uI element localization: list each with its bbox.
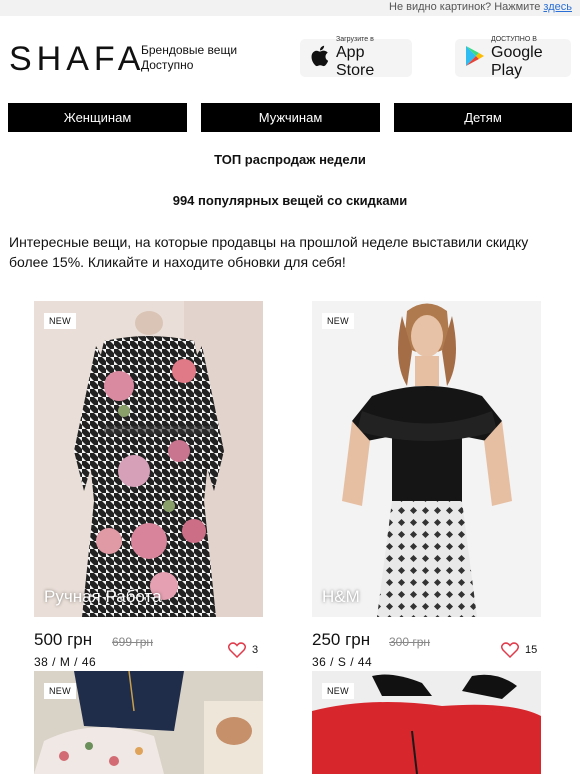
product-brand: Ручная Работа	[44, 587, 162, 606]
product-sizes: 36 / S / 44	[312, 655, 373, 669]
product-image-red[interactable]: NEW	[312, 671, 541, 774]
likes-count: 15	[525, 644, 538, 656]
page-title: ТОП распродаж недели	[214, 152, 366, 167]
product-price: 500 грн	[34, 630, 93, 649]
image-help-link[interactable]: здесь	[543, 1, 572, 13]
page-subtitle: 994 популярных вещей со скидками	[172, 193, 408, 208]
new-badge: NEW	[322, 683, 354, 699]
new-badge: NEW	[44, 313, 76, 329]
tagline-line-2: Доступно	[141, 58, 194, 72]
product-likes[interactable]: 3	[228, 642, 258, 658]
product-image-dress[interactable]: NEW Ручная Работа	[34, 301, 263, 617]
shafa-logo[interactable]: SHAFA	[9, 41, 145, 77]
app-store-small-text: Загрузите в	[336, 36, 374, 43]
app-store-label: App Store	[336, 44, 375, 79]
intro-text: Интересные вещи, на которые продавцы на …	[9, 234, 529, 270]
image-help-text: Не видно картинок? Нажмите	[389, 1, 541, 13]
apple-icon	[310, 44, 330, 73]
google-play-small-text: ДОСТУПНО В	[491, 36, 537, 43]
google-play-button[interactable]: ДОСТУПНО В Google Play	[455, 36, 571, 79]
product-image-top[interactable]: NEW H&M	[312, 301, 541, 617]
product-old-price: 300 грн	[389, 635, 431, 649]
app-store-button[interactable]: Загрузите в App Store	[300, 36, 412, 79]
product-likes[interactable]: 15	[501, 642, 537, 658]
nav-women[interactable]: Женщинам	[8, 103, 187, 132]
new-badge: NEW	[44, 683, 76, 699]
product-price: 250 грн	[312, 630, 371, 649]
tagline: Брендовые вещи Доступно	[141, 43, 237, 73]
dress-photo	[34, 301, 263, 617]
heart-icon[interactable]	[228, 642, 246, 658]
image-help-bar: Не видно картинок? Нажмите здесь	[0, 0, 580, 16]
product-image-jeans[interactable]: NEW	[34, 671, 263, 774]
header: SHAFA Брендовые вещи Доступно Загрузите …	[0, 16, 580, 102]
product-brand: H&M	[322, 587, 360, 606]
nav-men[interactable]: Мужчинам	[201, 103, 380, 132]
top-photo	[312, 301, 541, 617]
heart-icon[interactable]	[501, 642, 519, 658]
google-play-label: Google Play	[491, 44, 543, 79]
new-badge: NEW	[322, 313, 354, 329]
google-play-icon	[465, 45, 485, 72]
product-sizes: 38 / M / 46	[34, 655, 97, 669]
nav-kids[interactable]: Детям	[394, 103, 572, 132]
tagline-line-1: Брендовые вещи	[141, 43, 238, 57]
likes-count: 3	[252, 644, 259, 656]
product-old-price: 699 грн	[112, 635, 154, 649]
